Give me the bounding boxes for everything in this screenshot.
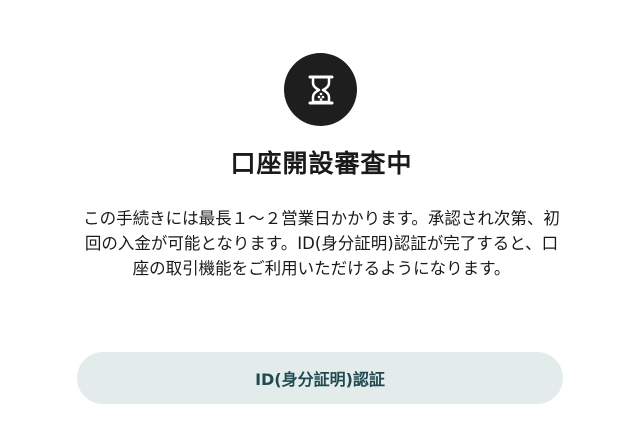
account-review-screen: 口座開設審査中 この手続きには最長１〜２営業日かかります。承認され次第、初回の入… (0, 0, 643, 421)
id-verification-button[interactable]: ID(身分証明)認証 (77, 352, 563, 404)
hourglass-icon-glyph (308, 75, 333, 104)
review-description: この手続きには最長１〜２営業日かかります。承認され次第、初回の入金が可能となりま… (83, 209, 560, 278)
page-title: 口座開設審査中 (230, 149, 413, 178)
hourglass-icon (284, 53, 357, 126)
